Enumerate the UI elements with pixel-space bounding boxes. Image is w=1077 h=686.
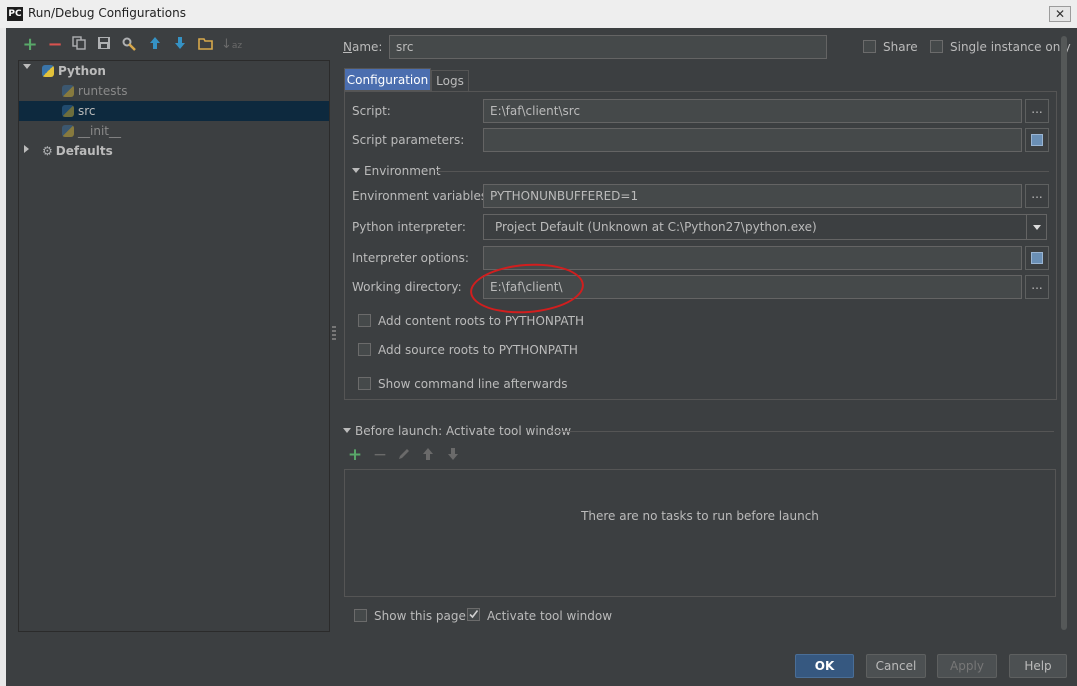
script-input[interactable]: E:\faf\client\src (483, 99, 1022, 123)
activate-tool-window-label: Activate tool window (487, 609, 613, 623)
interp-options-expand-button[interactable] (1025, 246, 1049, 270)
single-instance-label: Single instance only (950, 40, 1071, 54)
defaults-wrench-icon: ⚙ (42, 144, 53, 158)
share-checkbox[interactable] (863, 40, 876, 53)
window-title: Run/Debug Configurations (28, 6, 186, 20)
add-source-roots-label: Add source roots to PYTHONPATH (378, 343, 578, 357)
add-content-roots-label: Add content roots to PYTHONPATH (378, 314, 584, 328)
environment-collapse-arrow[interactable] (352, 168, 360, 173)
share-label: Share (883, 40, 918, 54)
interp-options-input[interactable] (483, 246, 1022, 270)
expand-python-arrow[interactable] (23, 64, 31, 69)
single-instance-checkbox[interactable] (930, 40, 943, 53)
help-button[interactable]: Help (1009, 654, 1067, 678)
move-down-icon[interactable] (171, 36, 189, 54)
tab-configuration[interactable]: Configuration (344, 68, 431, 91)
environment-section-title: Environment (364, 164, 441, 178)
wrench-icon[interactable] (120, 36, 138, 54)
python-icon (42, 65, 54, 77)
env-vars-label: Environment variables: (352, 189, 492, 203)
add-source-roots-checkbox[interactable] (358, 343, 371, 356)
interp-options-label: Interpreter options: (352, 251, 469, 265)
script-params-input[interactable] (483, 128, 1022, 152)
add-content-roots-checkbox[interactable] (358, 314, 371, 327)
cancel-button[interactable]: Cancel (866, 654, 926, 678)
before-launch-separator (548, 431, 1054, 432)
show-this-page-checkbox[interactable] (354, 609, 367, 622)
script-browse-button[interactable]: ... (1025, 99, 1049, 123)
workdir-browse-button[interactable]: ... (1025, 275, 1049, 299)
show-cmdline-label: Show command line afterwards (378, 377, 568, 391)
move-up-icon[interactable] (146, 36, 164, 54)
add-icon[interactable]: + (21, 36, 39, 54)
before-launch-tasks-list (344, 469, 1056, 597)
move-task-down-icon[interactable] (447, 447, 463, 463)
expand-icon (1031, 252, 1043, 264)
sort-icon[interactable]: ↓az (221, 36, 242, 54)
tree-item-runtests[interactable]: runtests (62, 81, 330, 101)
apply-button[interactable]: Apply (937, 654, 997, 678)
before-launch-title: Before launch: Activate tool window (355, 424, 572, 438)
interpreter-dropdown-arrow[interactable] (1026, 215, 1047, 239)
expand-icon (1031, 134, 1043, 146)
chevron-down-icon (1033, 225, 1041, 230)
move-task-up-icon[interactable] (422, 447, 438, 463)
environment-separator (437, 171, 1049, 172)
checkmark-icon (469, 610, 479, 619)
remove-task-icon[interactable]: − (372, 447, 388, 464)
vertical-scrollbar[interactable] (1061, 36, 1067, 630)
pycharm-app-icon: PC (7, 7, 23, 21)
show-this-page-label: Show this page (374, 609, 466, 623)
ok-button[interactable]: OK (795, 654, 854, 678)
no-tasks-text: There are no tasks to run before launch (581, 509, 819, 523)
python-file-icon (62, 85, 74, 97)
tree-item-src[interactable]: src (62, 101, 330, 121)
copy-icon[interactable] (70, 36, 88, 54)
activate-tool-window-checkbox[interactable] (467, 608, 480, 621)
expand-defaults-arrow[interactable] (24, 145, 29, 153)
name-input[interactable]: src (389, 35, 827, 59)
name-label: Name: (343, 40, 383, 54)
script-params-expand-button[interactable] (1025, 128, 1049, 152)
tree-item-init[interactable]: __init__ (62, 121, 330, 141)
tree-item-python[interactable]: Python (42, 61, 330, 81)
env-vars-browse-button[interactable]: ... (1025, 184, 1049, 208)
env-vars-input[interactable]: PYTHONUNBUFFERED=1 (483, 184, 1022, 208)
edit-task-icon[interactable] (397, 447, 413, 463)
tree-item-defaults[interactable]: ⚙ Defaults (42, 141, 330, 161)
interpreter-label: Python interpreter: (352, 220, 466, 234)
python-file-icon (62, 105, 74, 117)
save-icon[interactable] (95, 36, 113, 54)
show-cmdline-checkbox[interactable] (358, 377, 371, 390)
remove-icon[interactable]: − (46, 36, 64, 54)
interpreter-dropdown[interactable]: Project Default (Unknown at C:\Python27\… (483, 214, 1047, 240)
script-label: Script: (352, 104, 391, 118)
workdir-label: Working directory: (352, 280, 462, 294)
python-file-icon (62, 125, 74, 137)
before-launch-collapse-arrow[interactable] (343, 428, 351, 433)
interpreter-value: Project Default (Unknown at C:\Python27\… (495, 220, 817, 234)
close-window-button[interactable]: ✕ (1049, 6, 1071, 22)
script-params-label: Script parameters: (352, 133, 465, 147)
splitter-handle[interactable] (332, 326, 336, 342)
folder-icon[interactable] (196, 36, 214, 54)
add-task-icon[interactable]: + (347, 447, 363, 464)
tab-logs[interactable]: Logs (431, 70, 469, 91)
